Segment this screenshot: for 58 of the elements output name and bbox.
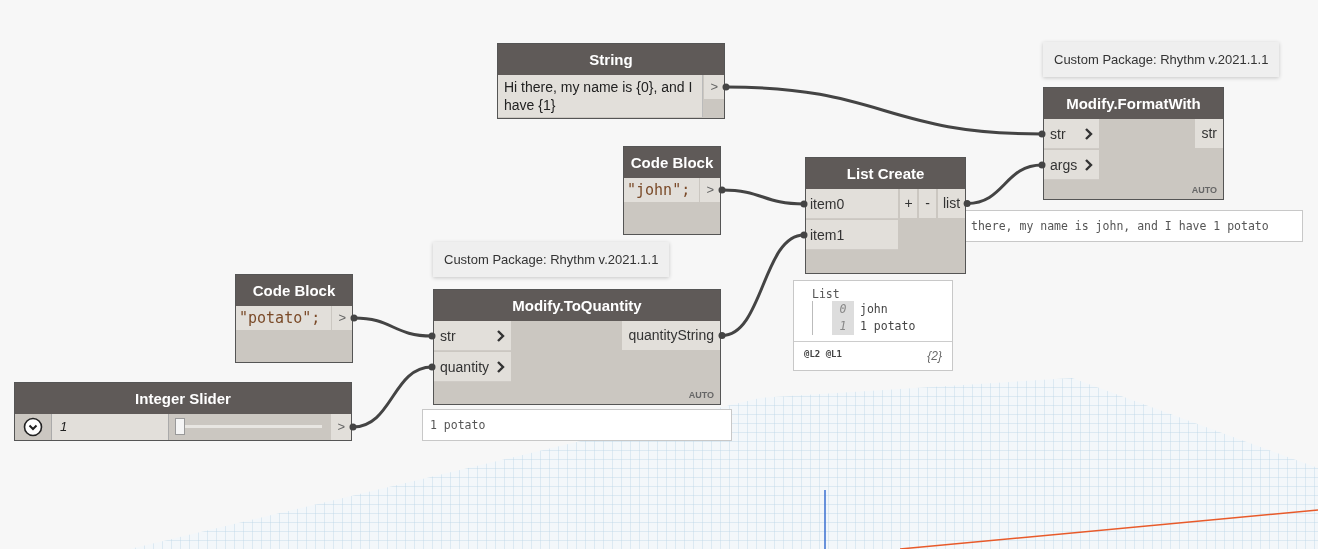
wire[interactable] — [963, 161, 1046, 207]
node-title: List Create — [806, 158, 966, 189]
preview-bubble: 1 potato — [422, 409, 732, 441]
node-title: Modify.ToQuantity — [434, 290, 720, 321]
node-card[interactable]: Code Block "potato"; > — [235, 274, 353, 363]
node-title: Code Block — [236, 275, 352, 306]
tooltip: Custom Package: Rhythm v.2021.1.1 — [1043, 42, 1280, 77]
item-count: {2} — [927, 349, 942, 363]
node-card[interactable]: Code Block "john"; > — [623, 146, 721, 235]
chevron-icon — [1085, 158, 1094, 171]
input-port[interactable]: args — [1044, 150, 1100, 180]
node-card[interactable]: String Hi there, my name is {0}, and I have {1} > — [497, 43, 725, 119]
input-port[interactable]: str — [434, 321, 512, 351]
wire[interactable] — [350, 314, 436, 340]
output-port[interactable]: > — [332, 306, 352, 330]
output-port[interactable]: list — [938, 189, 966, 218]
output-port[interactable]: > — [331, 414, 351, 440]
wire[interactable] — [718, 231, 808, 339]
list-value: 1 potato — [860, 318, 916, 335]
node-title: Integer Slider — [15, 383, 351, 414]
tree-line — [812, 301, 813, 335]
chevron-icon — [497, 360, 506, 373]
node-card[interactable]: Modify.ToQuantity str quantity quantityString AUTO — [433, 289, 721, 405]
input-port[interactable]: str — [1044, 119, 1100, 149]
node-card[interactable]: List Create item0 item1 + - list — [805, 157, 967, 274]
output-port[interactable]: > — [700, 178, 720, 202]
node-card[interactable]: Integer Slider 1 > — [14, 382, 352, 441]
chevron-icon — [497, 329, 506, 342]
value-field[interactable]: 1 — [52, 414, 169, 440]
preview-bubble: there, my name is john, and I have 1 potato — [963, 210, 1303, 242]
output-port[interactable]: str — [1195, 119, 1223, 148]
wire[interactable] — [349, 363, 436, 431]
lacing-label: AUTO — [688, 390, 714, 400]
wire[interactable] — [722, 83, 1046, 138]
node-title: Modify.FormatWith — [1044, 88, 1223, 119]
code-editor[interactable]: "potato"; — [236, 306, 332, 330]
code-editor[interactable]: "john"; — [624, 178, 700, 202]
list-label: List — [812, 287, 841, 301]
output-port[interactable]: quantityString — [622, 321, 720, 350]
list-levels: @L2 @L1 — [804, 349, 842, 361]
port-button[interactable]: + — [900, 189, 917, 218]
input-port[interactable]: item1 — [806, 220, 898, 250]
input-port[interactable]: quantity — [434, 352, 512, 382]
port-button[interactable]: - — [919, 189, 936, 218]
node-title: String — [498, 44, 724, 75]
node-card[interactable]: Modify.FormatWith str args str AUTO — [1043, 87, 1224, 200]
input-port[interactable]: item0 — [806, 189, 898, 219]
chevron-icon — [1085, 127, 1094, 140]
node-title: Code Block — [624, 147, 720, 178]
text-input-field[interactable]: Hi there, my name is {0}, and I have {1} — [498, 75, 704, 117]
wire[interactable] — [718, 186, 808, 208]
index-badge: 1 — [832, 318, 854, 335]
index-badge: 0 — [832, 301, 854, 318]
list-value: john — [860, 301, 888, 318]
slider-thumb[interactable] — [175, 418, 185, 435]
tooltip: Custom Package: Rhythm v.2021.1.1 — [433, 242, 670, 277]
output-port[interactable]: > — [704, 75, 724, 99]
lacing-label: AUTO — [1191, 185, 1217, 195]
